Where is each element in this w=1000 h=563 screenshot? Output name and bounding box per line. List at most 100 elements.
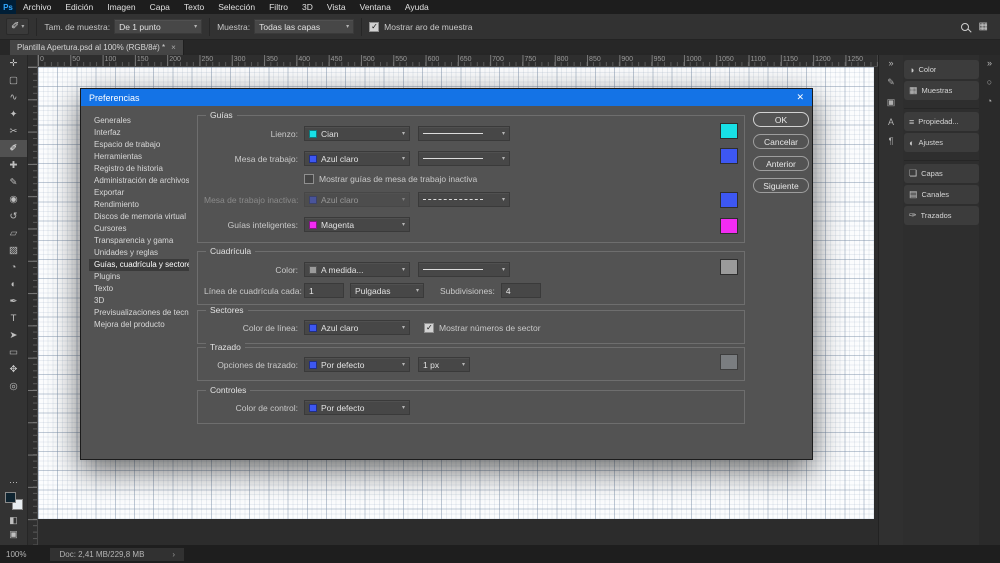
ok-button[interactable]: OK: [753, 112, 809, 127]
menu-item[interactable]: Capa: [143, 0, 177, 14]
shape-tool[interactable]: ▭: [0, 344, 27, 361]
preferences-nav-item[interactable]: Texto: [89, 283, 189, 295]
close-dialog-icon[interactable]: ✕: [796, 92, 804, 103]
marquee-tool[interactable]: ▢: [0, 72, 27, 89]
type-tool[interactable]: T: [0, 310, 27, 327]
brushes-panel-icon[interactable]: ✎: [887, 77, 895, 88]
artboard-guide-style-dropdown[interactable]: ▾: [418, 151, 510, 166]
previous-button[interactable]: Anterior: [753, 156, 809, 171]
close-tab-icon[interactable]: ×: [171, 43, 176, 52]
layers-panel-button[interactable]: ❏ Capas: [904, 164, 979, 183]
preferences-nav-item[interactable]: Interfaz: [89, 127, 189, 139]
tool-preset-picker[interactable]: ✐ ▾: [6, 18, 30, 35]
show-inactive-artboard-guides-checkbox[interactable]: [304, 174, 314, 184]
adjustments-panel-button[interactable]: ◐ Ajustes: [904, 133, 979, 152]
preferences-nav-item[interactable]: 3D: [89, 295, 189, 307]
history-brush-tool[interactable]: ↺: [0, 208, 27, 225]
blur-tool[interactable]: ◔: [0, 259, 27, 276]
document-tab[interactable]: Plantilla Apertura.psd al 100% (RGB/8#) …: [10, 40, 184, 55]
grid-line-style-dropdown[interactable]: ▾: [418, 262, 510, 277]
edit-toolbar-button[interactable]: ⋯: [0, 475, 27, 489]
preferences-nav-item[interactable]: Unidades y reglas: [89, 247, 189, 259]
preferences-nav-item[interactable]: Rendimiento: [89, 199, 189, 211]
show-sample-ring-checkbox[interactable]: [369, 21, 380, 32]
artboard-guide-color-dropdown[interactable]: Azul claro ▾: [304, 151, 410, 166]
clone-stamp-tool[interactable]: ◉: [0, 191, 27, 208]
zoom-tool[interactable]: ◎: [0, 378, 27, 395]
menu-item[interactable]: Vista: [320, 0, 353, 14]
preferences-nav-item[interactable]: Discos de memoria virtual: [89, 211, 189, 223]
grid-color-well[interactable]: [720, 259, 738, 275]
cancel-button[interactable]: Cancelar: [753, 134, 809, 149]
workspace-icon[interactable]: ▦: [979, 21, 988, 32]
menu-item[interactable]: Imagen: [100, 0, 142, 14]
lasso-tool[interactable]: ∿: [0, 89, 27, 106]
preferences-nav-item[interactable]: Cursores: [89, 223, 189, 235]
pen-tool[interactable]: ✒: [0, 293, 27, 310]
healing-brush-tool[interactable]: ✚: [0, 157, 27, 174]
menu-item[interactable]: Filtro: [262, 0, 295, 14]
eyedropper-tool[interactable]: ✐: [0, 140, 27, 157]
artboard-guide-color-well[interactable]: [720, 148, 738, 164]
menu-item[interactable]: Texto: [177, 0, 211, 14]
preferences-nav-item[interactable]: Administración de archivos: [89, 175, 189, 187]
menu-item[interactable]: Archivo: [16, 0, 58, 14]
preferences-nav-item[interactable]: Generales: [89, 115, 189, 127]
canvas-guide-style-dropdown[interactable]: ▾: [418, 126, 510, 141]
canvas-guide-color-well[interactable]: [720, 123, 738, 139]
menu-item[interactable]: Edición: [58, 0, 100, 14]
magic-wand-tool[interactable]: ✦: [0, 106, 27, 123]
inactive-artboard-style-dropdown[interactable]: ▾: [418, 192, 510, 207]
canvas-guide-color-dropdown[interactable]: Cian ▾: [304, 126, 410, 141]
dodge-tool[interactable]: ◐: [0, 276, 27, 293]
gradient-tool[interactable]: ▧: [0, 242, 27, 259]
preferences-nav-item[interactable]: Herramientas: [89, 151, 189, 163]
clone-source-panel-icon[interactable]: ▣: [887, 97, 896, 108]
search-icon[interactable]: [960, 22, 969, 31]
menu-item[interactable]: 3D: [295, 0, 320, 14]
next-button[interactable]: Siguiente: [753, 178, 809, 193]
expand-panels-icon[interactable]: »: [888, 58, 893, 68]
sample-layers-dropdown[interactable]: Todas las capas ▾: [254, 19, 355, 34]
crop-tool[interactable]: ✂: [0, 123, 27, 140]
character-panel-icon[interactable]: A: [888, 117, 894, 127]
show-slice-numbers-checkbox[interactable]: [424, 322, 434, 333]
smart-guides-color-well[interactable]: [720, 218, 738, 234]
menu-item[interactable]: Selección: [211, 0, 262, 14]
history-panel-icon[interactable]: ◔: [987, 96, 992, 106]
libraries-panel-icon[interactable]: ○: [987, 77, 992, 87]
preferences-nav-item[interactable]: Exportar: [89, 187, 189, 199]
gridline-unit-dropdown[interactable]: Pulgadas ▾: [350, 283, 424, 298]
grid-color-dropdown[interactable]: A medida... ▾: [304, 262, 410, 277]
preferences-nav-item[interactable]: Espacio de trabajo: [89, 139, 189, 151]
expand-panels-icon[interactable]: »: [987, 58, 992, 68]
path-options-dropdown[interactable]: Por defecto ▾: [304, 357, 410, 372]
status-options-chevron-icon[interactable]: ›: [172, 550, 175, 559]
properties-panel-button[interactable]: ≡ Propiedad...: [904, 112, 979, 131]
quick-mask-button[interactable]: ◧: [0, 513, 27, 527]
preferences-nav-item[interactable]: Transparencia y gama: [89, 235, 189, 247]
preferences-nav-item[interactable]: Previsualizaciones de tecnología: [89, 307, 189, 319]
path-width-dropdown[interactable]: 1 px ▾: [418, 357, 470, 372]
screen-mode-button[interactable]: ▣: [0, 527, 27, 541]
channels-panel-button[interactable]: ▤ Canales: [904, 185, 979, 204]
menu-item[interactable]: Ventana: [353, 0, 398, 14]
hand-tool[interactable]: ✥: [0, 361, 27, 378]
sample-size-dropdown[interactable]: De 1 punto ▾: [114, 19, 203, 34]
move-tool[interactable]: ✛: [0, 55, 27, 72]
color-panel-button[interactable]: ◑ Color: [904, 60, 979, 79]
zoom-level-field[interactable]: 100%: [6, 550, 26, 559]
foreground-background-colors[interactable]: [4, 492, 23, 510]
preferences-nav-item[interactable]: Plugins: [89, 271, 189, 283]
brush-tool[interactable]: ✎: [0, 174, 27, 191]
preferences-nav-item[interactable]: Mejora del producto: [89, 319, 189, 331]
eraser-tool[interactable]: ▱: [0, 225, 27, 242]
path-selection-tool[interactable]: ➤: [0, 327, 27, 344]
smart-guides-color-dropdown[interactable]: Magenta ▾: [304, 217, 410, 232]
swatches-panel-button[interactable]: ▦ Muestras: [904, 81, 979, 100]
control-color-dropdown[interactable]: Por defecto ▾: [304, 400, 410, 415]
preferences-nav-item[interactable]: Registro de historia: [89, 163, 189, 175]
paths-panel-button[interactable]: ✑ Trazados: [904, 206, 979, 225]
subdivisions-input[interactable]: [500, 283, 541, 298]
gridline-every-input[interactable]: [304, 283, 344, 298]
